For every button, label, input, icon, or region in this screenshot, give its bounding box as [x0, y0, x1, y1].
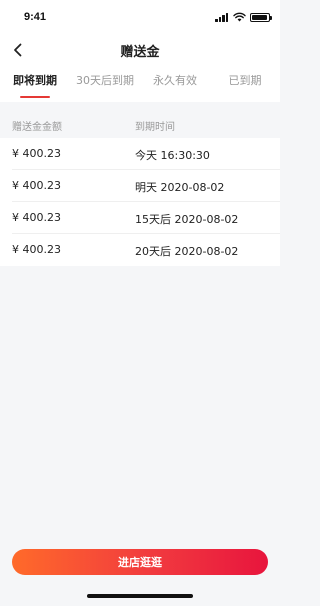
status-time: 9:41 [24, 11, 47, 23]
column-header-amount: 赠送金金额 [12, 122, 62, 133]
nav-bar: 赠送金 [0, 36, 280, 64]
amount-value: ¥ 400.23 [12, 243, 61, 256]
expire-time: 20天后 2020-08-02 [135, 245, 239, 258]
visit-store-button[interactable]: 进店逛逛 [12, 549, 268, 575]
home-indicator [87, 594, 193, 598]
list-item: ¥ 400.23 15天后 2020-08-02 [12, 202, 280, 234]
amount-value: ¥ 400.23 [12, 179, 61, 192]
amount-value: ¥ 400.23 [12, 147, 61, 160]
expire-time: 明天 2020-08-02 [135, 181, 225, 194]
list-item: ¥ 400.23 20天后 2020-08-02 [12, 234, 280, 266]
status-bar: 9:41 [0, 0, 280, 36]
gift-balance-list: ¥ 400.23 今天 16:30:30 ¥ 400.23 明天 2020-08… [0, 138, 280, 266]
list-item: ¥ 400.23 今天 16:30:30 [12, 138, 280, 170]
wifi-icon [233, 12, 246, 22]
table-header: 赠送金金额 到期时间 [0, 110, 280, 138]
expire-time: 15天后 2020-08-02 [135, 213, 239, 226]
tab-permanent[interactable]: 永久有效 [140, 64, 210, 102]
list-item: ¥ 400.23 明天 2020-08-02 [12, 170, 280, 202]
column-header-expire: 到期时间 [135, 122, 175, 133]
tab-expired[interactable]: 已到期 [210, 64, 280, 102]
status-icons [215, 12, 272, 22]
signal-icon [215, 12, 229, 22]
tab-bar: 即将到期 30天后到期 永久有效 已到期 [0, 64, 280, 102]
battery-icon [250, 12, 272, 22]
amount-value: ¥ 400.23 [12, 211, 61, 224]
tab-expire-after-30-days[interactable]: 30天后到期 [70, 64, 140, 102]
expire-time: 今天 16:30:30 [135, 149, 210, 162]
page-title: 赠送金 [120, 45, 160, 60]
tab-expiring-soon[interactable]: 即将到期 [0, 64, 70, 102]
